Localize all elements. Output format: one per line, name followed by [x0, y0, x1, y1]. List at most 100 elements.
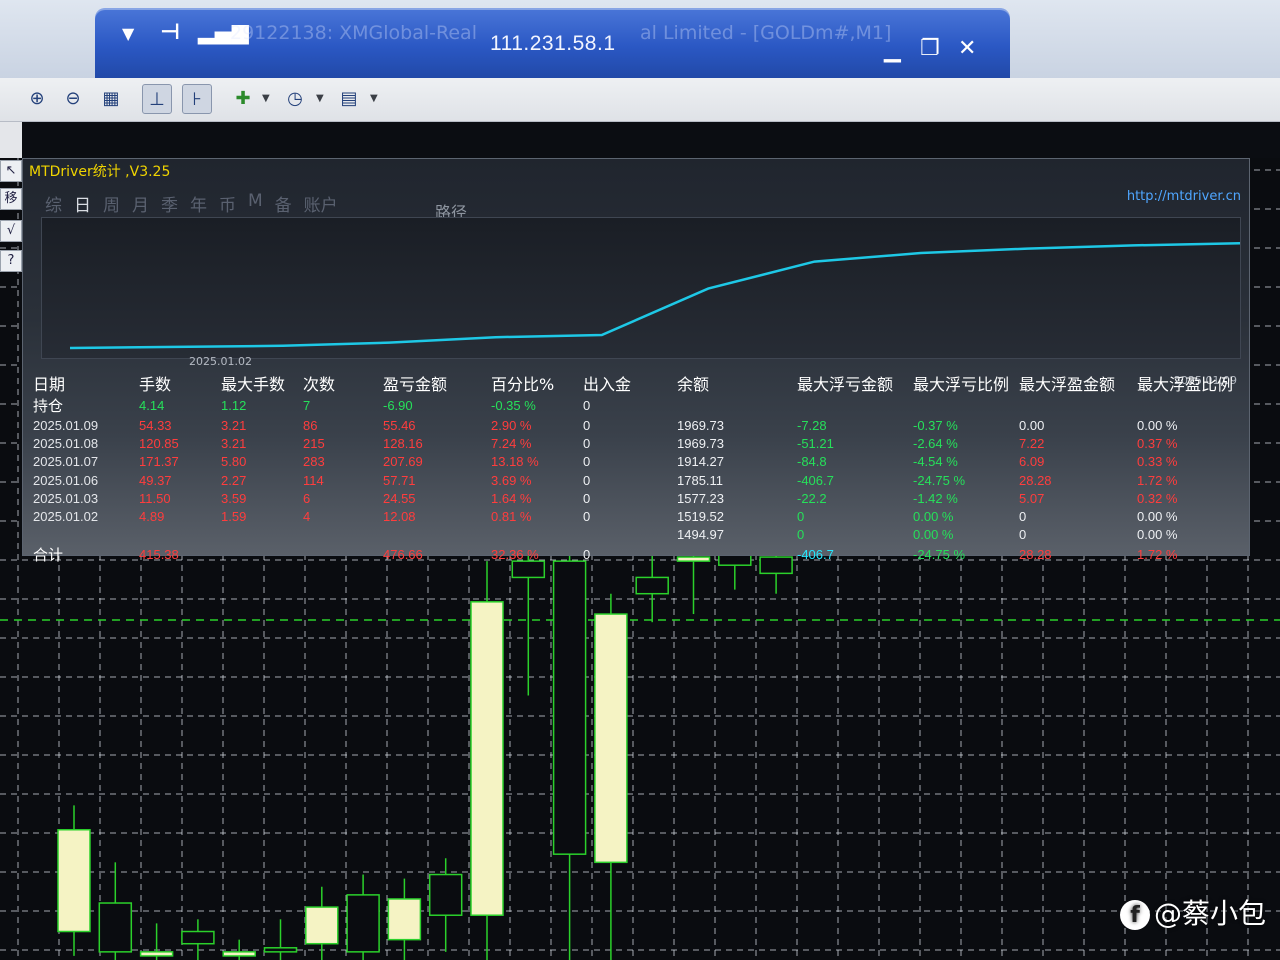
periods-clock-icon[interactable]: ◷: [280, 84, 310, 114]
table-cell: 32.36 %: [491, 547, 539, 563]
tab-9[interactable]: 账户: [304, 191, 338, 216]
chevron-down-icon[interactable]: ▼: [262, 93, 270, 104]
table-cell: -7.28: [797, 417, 827, 433]
table-cell: 171.37: [139, 454, 179, 470]
table-cell: [797, 395, 913, 416]
restore-icon[interactable]: ❐: [920, 36, 940, 61]
table-cell: 2025.01.02: [33, 509, 99, 525]
table-cell: -2.64 %: [913, 435, 958, 451]
table-cell: 1969.73: [677, 435, 724, 451]
chevron-down-icon[interactable]: ▼: [370, 93, 378, 104]
table-cell: 114: [303, 472, 324, 488]
table-cell: 7.22: [1019, 435, 1045, 451]
table-cell: 0.00 %: [1137, 417, 1178, 433]
tab-3[interactable]: 月: [132, 191, 149, 216]
column-header: 最大手数: [221, 375, 286, 394]
tab-1[interactable]: 日: [74, 191, 91, 216]
table-cell: -22.2: [797, 490, 827, 506]
table-cell: [491, 526, 583, 544]
table-cell: -51.21: [797, 435, 834, 451]
tab-6[interactable]: 币: [219, 191, 236, 216]
table-cell: 0: [797, 527, 805, 543]
table-cell: 2.90 %: [491, 417, 532, 433]
table-cell: 7: [303, 398, 311, 413]
candle-body: [635, 576, 669, 595]
table-cell: [303, 544, 383, 565]
table-cell: 0: [797, 509, 805, 525]
zoom-in-icon[interactable]: ⊕: [22, 84, 52, 114]
column-header: 手数: [139, 375, 172, 394]
table-cell: 0: [583, 435, 591, 451]
table-cell: -24.75 %: [913, 547, 966, 563]
table-cell: 3.21: [221, 435, 247, 451]
equity-curve-chart: [41, 217, 1241, 359]
table-cell: -6.90: [383, 398, 413, 413]
table-cell: 24.55: [383, 490, 416, 506]
candle-body: [470, 601, 504, 916]
table-cell: 11.50: [139, 490, 171, 506]
mtdriver-stats-panel: MTDriver统计 ,V3.25 http://mtdriver.cn 综日周…: [22, 158, 1250, 564]
table-cell: 0.00 %: [1137, 509, 1178, 525]
table-cell: -406.7: [797, 472, 834, 488]
templates-icon[interactable]: ▤: [334, 84, 364, 114]
check-icon[interactable]: √: [0, 220, 22, 242]
zoom-out-icon[interactable]: ⊖: [58, 84, 88, 114]
column-header: 盈亏金额: [383, 375, 448, 394]
table-cell: 3.21: [221, 417, 247, 433]
chevron-down-icon[interactable]: ▼: [122, 24, 134, 43]
tab-8[interactable]: 备: [275, 191, 292, 216]
auto-scroll-icon[interactable]: ⊥: [142, 84, 172, 114]
chart-toolbar: ⊕ ⊖ ▦ ⊥ ⊦ ✚ ▼ ◷ ▼ ▤ ▼: [0, 78, 1280, 122]
candle-body: [346, 894, 380, 953]
table-cell: 476.66: [383, 547, 423, 563]
minimize-icon[interactable]: ▁: [884, 38, 901, 63]
table-cell: [221, 544, 303, 565]
table-cell: -24.75 %: [913, 472, 966, 488]
mtdriver-link[interactable]: http://mtdriver.cn: [1127, 189, 1241, 204]
tab-5[interactable]: 年: [190, 191, 207, 216]
column-header: 次数: [303, 375, 336, 394]
close-icon[interactable]: ✕: [958, 36, 976, 61]
pin-icon[interactable]: ⊣: [160, 20, 180, 45]
candle-body: [387, 898, 422, 941]
table-cell: 207.69: [383, 454, 423, 470]
candle-body: [139, 951, 174, 957]
table-cell: 5.07: [1019, 490, 1045, 506]
table-cell: 4: [303, 509, 311, 525]
table-cell: 0: [583, 472, 591, 488]
table-cell: 7.24 %: [491, 435, 532, 451]
table-cell: 0: [1019, 509, 1027, 525]
tab-0[interactable]: 综: [45, 191, 62, 216]
table-cell: -4.54 %: [913, 454, 958, 470]
indicators-icon[interactable]: ✚: [228, 84, 258, 114]
total-row: 合计 415.38 476.66 32.36 % 0 -406.7 -24.75 % 28.2…: [33, 544, 1247, 565]
table-cell: 2025.01.03: [33, 490, 99, 506]
table-row: 2025.01.09 54.33 3.21 86 55.46 2.90 % 0 1969.73…: [33, 416, 1247, 434]
tab-2[interactable]: 周: [103, 191, 120, 216]
table-cell: 1.64 %: [491, 490, 532, 506]
column-header: 最大浮盈比例: [1137, 375, 1234, 394]
tile-windows-icon[interactable]: ▦: [96, 84, 126, 114]
table-cell: -0.35 %: [491, 398, 536, 413]
tab-7[interactable]: M: [248, 191, 263, 216]
table-cell: [1019, 395, 1137, 416]
table-cell: [583, 526, 677, 544]
table-cell: [677, 544, 797, 565]
chevron-down-icon[interactable]: ▼: [316, 93, 324, 104]
tab-4[interactable]: 季: [161, 191, 178, 216]
table-cell: 0: [583, 509, 591, 525]
left-edge-strip: [0, 122, 22, 162]
table-cell: [383, 526, 491, 544]
table-cell: 1577.23: [677, 490, 724, 506]
window-titlebar: ▼ ⊣ ▂▄▆ 29122138: XMGlobal-Real al Limit…: [0, 0, 1280, 78]
move-icon[interactable]: 移: [0, 188, 22, 210]
cursor-icon[interactable]: ↖: [0, 160, 22, 182]
chart-shift-icon[interactable]: ⊦: [182, 84, 212, 114]
table-cell: -1.42 %: [913, 490, 958, 506]
table-row: 2025.01.06 49.37 2.27 114 57.71 3.69 % 0 1785.1…: [33, 471, 1247, 489]
table-cell: -0.37 %: [913, 417, 958, 433]
table-cell: 28.28: [1019, 472, 1052, 488]
table-cell: 1519.52: [677, 509, 724, 525]
table-cell: 2.27: [221, 472, 247, 488]
help-icon[interactable]: ?: [0, 250, 22, 272]
